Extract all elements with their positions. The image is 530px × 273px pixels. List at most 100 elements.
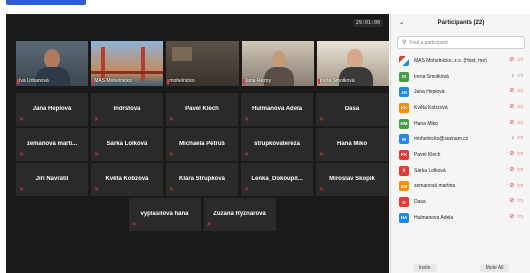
speaker-thumbnail[interactable]: mohelnicko <box>166 41 239 86</box>
participant-name: Jana Heplová <box>414 89 445 96</box>
thumbnail-name: mohelnicko <box>169 78 195 84</box>
participant-row[interactable]: Š Šárka Lolková ⊘ ▭ <box>391 163 530 179</box>
tile-name: Jana Heplová <box>32 106 72 112</box>
participant-row[interactable]: ZM zemanová martina ⊘ ▭ <box>391 179 530 195</box>
speaker-thumbnail[interactable]: Jana Rezny <box>241 41 314 86</box>
participant-tile[interactable]: Jana Heplová ✕ <box>16 93 88 126</box>
mic-muted-icon: ✕ <box>244 187 250 193</box>
mic-muted-icon[interactable]: ⊘ <box>509 104 514 110</box>
tile-name: Šárka Lolková <box>106 141 148 147</box>
avatar <box>399 55 409 66</box>
participant-tile[interactable]: Dasa ✕ <box>316 93 388 126</box>
tile-name: zemanová marti... <box>26 141 78 147</box>
tile-name: strupkovatereza <box>253 141 301 147</box>
participant-row[interactable]: PK Pavel Klech ⊘ ▭ <box>391 147 530 163</box>
mic-muted-icon[interactable]: ⊘ <box>509 151 514 157</box>
participant-tile[interactable]: Klára Strupková ✕ <box>166 163 238 196</box>
speaker-thumbnail[interactable]: Iva Urbanová <box>16 41 89 86</box>
participant-tile[interactable]: Michaela Petruš ✕ <box>166 128 238 161</box>
participants-footer: Invite Mute All <box>391 263 530 273</box>
invite-button[interactable]: Invite <box>412 264 437 272</box>
tile-name: Miroslav Škopík <box>329 176 375 182</box>
mute-all-button[interactable]: Mute All <box>479 264 510 272</box>
participant-row[interactable]: HM Hana Miko ⊘ ▭ <box>391 116 530 132</box>
participant-tile[interactable]: Lenka_Dokoupil... ✕ <box>241 163 313 196</box>
mic-icon[interactable]: ♪ <box>511 73 514 79</box>
participant-status: ⊘ ▭ <box>509 104 523 110</box>
participant-tile[interactable]: Šárka Lolková ✕ <box>91 128 163 161</box>
thumbnail-name: Irena Smolková <box>319 78 355 84</box>
camera-icon[interactable]: ▭ <box>517 73 523 79</box>
participant-tile[interactable]: Miroslav Škopík ✕ <box>316 163 388 196</box>
participant-status: ⊘ ▭ <box>509 183 523 189</box>
camera-off-icon[interactable]: ▭ <box>517 88 523 94</box>
camera-off-icon[interactable]: ▭ <box>517 57 523 63</box>
mic-icon[interactable]: ♪ <box>511 135 514 141</box>
participant-tile[interactable]: Hulmanova Adela ✕ <box>241 93 313 126</box>
avatar: Š <box>399 165 409 176</box>
thumbnail-name: MAS Mohelnicko <box>94 78 132 84</box>
participant-name: Hulmanova Adela <box>414 214 454 221</box>
participant-name: Irena Smolková <box>414 73 449 80</box>
mic-muted-icon: ✕ <box>94 117 100 123</box>
participant-status: ♪ ▭ <box>511 73 523 79</box>
camera-off-icon[interactable]: ▭ <box>517 151 523 157</box>
search-icon: ⚲ <box>402 40 407 46</box>
avatar: KK <box>399 102 409 113</box>
tile-name: vyplasilova hana <box>140 211 189 217</box>
mic-muted-icon[interactable]: ⊘ <box>509 183 514 189</box>
participant-tile[interactable]: strupkovatereza ✕ <box>241 128 313 161</box>
participant-row[interactable]: D Dasa ⊘ ▭ <box>391 194 530 210</box>
participant-tile[interactable]: zemanová marti... ✕ <box>16 128 88 161</box>
mic-muted-icon[interactable]: ⊘ <box>509 167 514 173</box>
participant-tile[interactable]: Hana Miko ✕ <box>316 128 388 161</box>
participant-tile[interactable]: Pavel Klech ✕ <box>166 93 238 126</box>
camera-off-icon[interactable]: ▭ <box>517 104 523 110</box>
camera-off-icon[interactable]: ▭ <box>517 135 523 141</box>
mic-muted-icon[interactable]: ⊘ <box>509 198 514 204</box>
participant-row[interactable]: KK Květa Kobzová ⊘ ▭ <box>391 100 530 116</box>
avatar: PK <box>399 149 409 160</box>
participant-name: zemanová martina <box>414 183 456 190</box>
active-speaker-strip: Iva Urbanová MAS Mohelnicko mohelnicko Jana… <box>16 41 390 86</box>
camera-off-icon[interactable]: ▭ <box>517 183 523 189</box>
collapse-chevron-icon[interactable]: ⌄ <box>399 19 404 26</box>
camera-off-icon[interactable]: ▭ <box>517 167 523 173</box>
thumbnail-name: Iva Urbanová <box>19 78 49 84</box>
participant-name: Šárka Lolková <box>414 167 446 174</box>
participant-tile[interactable]: Květa Kobzová ✕ <box>91 163 163 196</box>
meeting-timer: 29:01:00 <box>352 19 383 27</box>
participant-search-input[interactable]: ⚲ Find a participant <box>397 36 525 49</box>
mic-muted-icon: ✕ <box>19 117 25 123</box>
mic-muted-icon[interactable]: ⊘ <box>509 120 514 126</box>
participant-row[interactable]: HA Hulmanova Adela ⊘ ▭ <box>391 210 530 226</box>
participant-tile[interactable]: Jiří Navrátil ✕ <box>16 163 88 196</box>
mic-muted-icon[interactable]: ⊘ <box>509 88 514 94</box>
speaker-thumbnail[interactable]: Irena Smolková <box>316 41 390 86</box>
participant-status: ⊘ ▭ <box>509 198 523 204</box>
tile-name: Zuzana Rýznarová <box>213 211 266 217</box>
camera-off-icon[interactable]: ▭ <box>517 214 523 220</box>
mic-muted-icon[interactable]: ⊘ <box>509 214 514 220</box>
participant-status: ⊘ ▭ <box>509 167 523 173</box>
participants-panel: ⌄ Participants (22) ⚲ Find a participant… <box>390 14 530 273</box>
camera-off-icon[interactable]: ▭ <box>517 120 523 126</box>
video-gallery: 29:01:00 Iva Urbanová MAS Mohelnicko mohel… <box>6 14 390 273</box>
mic-muted-icon[interactable]: ⊘ <box>509 57 514 63</box>
participant-row[interactable]: IS Irena Smolková ♪ ▭ <box>391 69 530 85</box>
speaker-thumbnail[interactable]: MAS Mohelnicko <box>91 41 164 86</box>
avatar: M <box>399 134 409 145</box>
tile-name: Lenka_Dokoupil... <box>251 176 303 182</box>
participant-row[interactable]: JH Jana Heplová ⊘ ▭ <box>391 84 530 100</box>
participant-tile[interactable]: Zuzana Rýznarová ✕ <box>203 198 276 231</box>
participant-row[interactable]: MAS Mohelnicko, z.s. (Host, me) ⊘ ▭ <box>391 53 530 69</box>
participant-row[interactable]: Mmohelnicko@seznam.cz ♪ ▭ <box>391 131 530 147</box>
tile-name: Indrstova <box>113 106 141 112</box>
mic-muted-icon: ✕ <box>206 222 212 228</box>
search-placeholder: Find a participant <box>409 39 448 46</box>
camera-off-icon[interactable]: ▭ <box>517 198 523 204</box>
participant-tile[interactable]: Indrstova ✕ <box>91 93 163 126</box>
tile-name: Klára Strupková <box>178 176 226 182</box>
participant-tile[interactable]: vyplasilova hana ✕ <box>128 198 201 231</box>
participant-status: ⊘ ▭ <box>509 57 523 63</box>
